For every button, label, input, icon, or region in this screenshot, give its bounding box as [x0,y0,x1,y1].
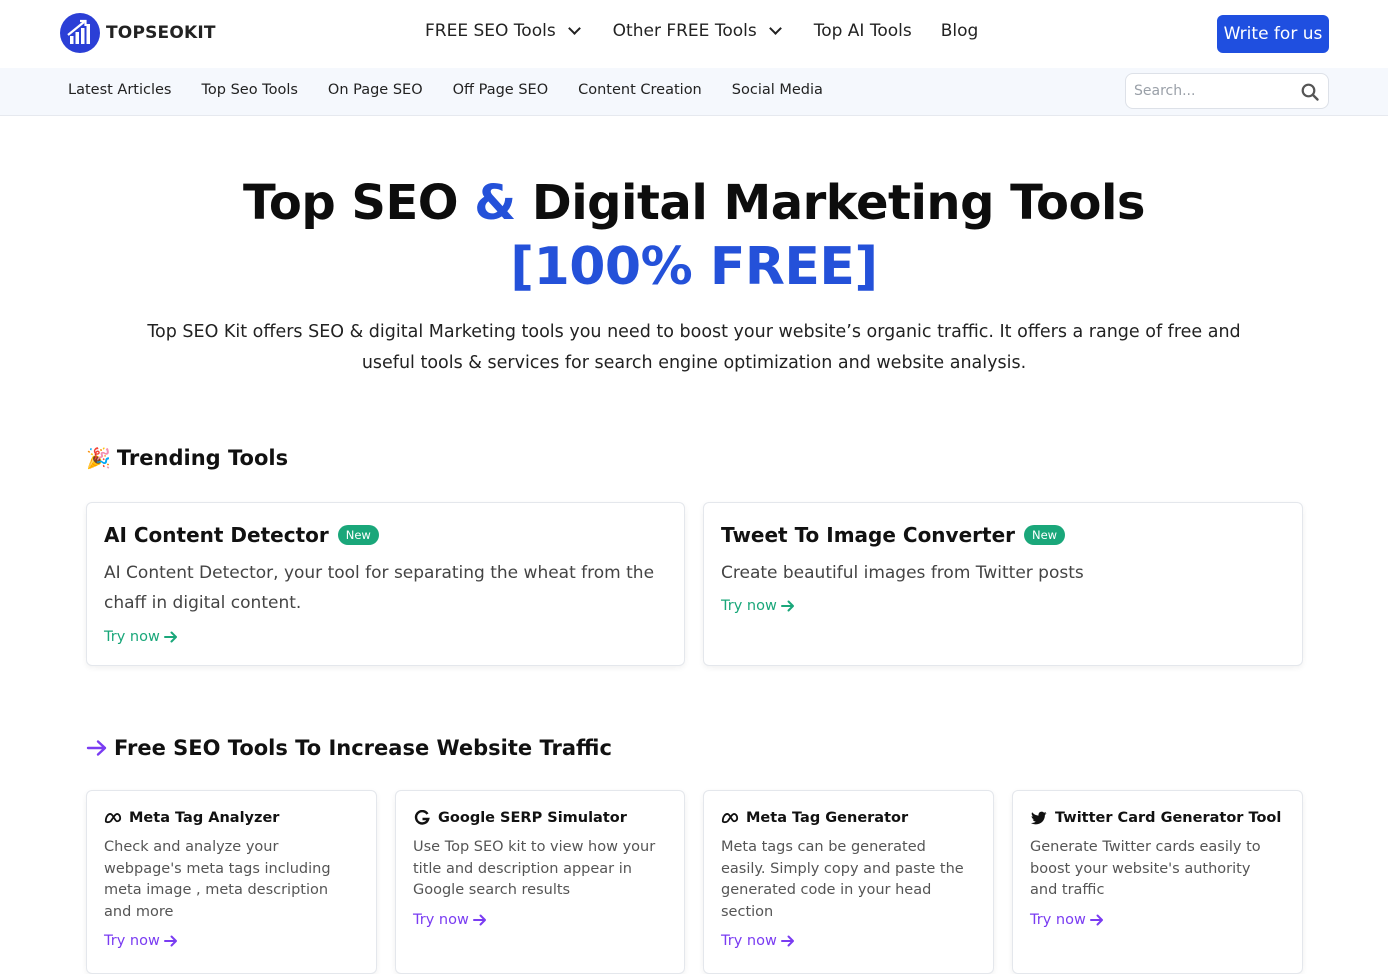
category-off-page-seo[interactable]: Off Page SEO [453,82,549,98]
nav-top-ai-tools[interactable]: Top AI Tools [814,21,912,41]
card-title: Meta Tag Generator [721,809,908,827]
hero-title-part1: Top SEO [243,175,475,231]
new-badge: New [1024,525,1066,545]
card-title-text: AI Content Detector [104,523,329,547]
card-title: Meta Tag Analyzer [104,809,279,827]
hero-title-part2: Digital Marketing Tools [515,175,1146,231]
trending-heading: 🎉 Trending Tools [86,446,288,470]
try-now-link[interactable]: Try now [721,933,795,949]
category-on-page-seo[interactable]: On Page SEO [328,82,423,98]
nav-label: Other FREE Tools [612,21,757,41]
try-now-link[interactable]: Try now [721,598,795,614]
card-description: Meta tags can be generated easily. Simpl… [721,839,964,920]
card-title: AI Content Detector New [104,523,379,547]
arrow-right-icon [1089,914,1103,926]
card-title-text: Google SERP Simulator [438,810,627,826]
card-description: Create beautiful images from Twitter pos… [721,563,1084,583]
try-now-link[interactable]: Try now [413,912,487,928]
card-description: Check and analyze your webpage's meta ta… [104,839,331,920]
seo-tools-heading: Free SEO Tools To Increase Website Traff… [86,736,612,760]
hero-title-free: [100% FREE] [510,237,878,297]
category-social-media[interactable]: Social Media [732,82,823,98]
nav-label: FREE SEO Tools [425,21,556,41]
try-now-link[interactable]: Try now [104,933,178,949]
tool-card-meta-tag-generator[interactable]: Meta Tag Generator Meta tags can be gene… [703,790,994,974]
tool-card-twitter-card-generator[interactable]: Twitter Card Generator Tool Generate Twi… [1012,790,1303,974]
try-now-label: Try now [1030,912,1086,928]
try-now-label: Try now [721,598,777,614]
site-logo[interactable]: TOPSEOKIT [60,13,216,53]
arrow-right-icon [780,935,794,947]
try-now-label: Try now [104,629,160,645]
tool-card-meta-tag-analyzer[interactable]: Meta Tag Analyzer Check and analyze your… [86,790,377,974]
arrow-right-icon [780,600,794,612]
card-description: AI Content Detector, your tool for separ… [104,563,655,613]
search-input[interactable] [1126,74,1286,108]
arrow-right-icon [163,631,177,643]
arrow-right-icon [163,935,177,947]
card-description: Generate Twitter cards easily to boost y… [1030,839,1261,898]
nav-label: Blog [940,21,979,41]
category-content-creation[interactable]: Content Creation [578,82,702,98]
trending-card-tweet-to-image[interactable]: Tweet To Image Converter New Create beau… [703,502,1303,666]
meta-logo-icon [721,809,739,827]
hero-title-amp: & [474,175,516,231]
main-nav: FREE SEO Tools Other FREE Tools Top AI T… [425,21,978,41]
card-title: Tweet To Image Converter New [721,523,1066,547]
card-title: Twitter Card Generator Tool [1030,809,1281,827]
try-now-label: Try now [413,912,469,928]
card-title-text: Tweet To Image Converter [721,523,1015,547]
nav-label: Top AI Tools [813,21,912,41]
category-nav: Latest Articles Top Seo Tools On Page SE… [68,82,853,98]
chevron-down-icon [567,22,581,35]
card-title: Google SERP Simulator [413,809,627,827]
try-now-label: Try now [104,933,160,949]
hero-description: Top SEO Kit offers SEO & digital Marketi… [147,322,1241,373]
new-badge: New [337,525,379,545]
search-icon[interactable] [1300,82,1320,102]
bar-chart-circle-icon [60,13,100,53]
google-logo-icon [413,809,431,827]
card-description: Use Top SEO kit to view how your title a… [413,839,656,898]
write-for-us-button[interactable]: Write for us [1217,15,1329,53]
seo-tools-heading-text: Free SEO Tools To Increase Website Traff… [114,736,612,760]
category-bar: Latest Articles Top Seo Tools On Page SE… [0,68,1388,116]
nav-blog[interactable]: Blog [941,21,979,41]
card-title-text: Twitter Card Generator Tool [1055,810,1282,826]
category-top-seo-tools[interactable]: Top Seo Tools [202,82,298,98]
top-header: TOPSEOKIT FREE SEO Tools Other FREE Tool… [0,0,1388,68]
card-title-text: Meta Tag Analyzer [129,810,280,826]
twitter-bird-icon [1030,809,1048,827]
trending-card-ai-content-detector[interactable]: AI Content Detector New AI Content Detec… [86,502,685,666]
brand-name: TOPSEOKIT [106,23,216,43]
arrow-right-icon [472,914,486,926]
hero-title: Top SEO & Digital Marketing Tools [100% … [0,172,1388,300]
tool-card-google-serp-simulator[interactable]: Google SERP Simulator Use Top SEO kit to… [395,790,685,974]
category-latest-articles[interactable]: Latest Articles [68,82,172,98]
trending-heading-text: Trending Tools [116,446,289,470]
arrow-right-icon [86,740,107,756]
nav-free-seo-tools[interactable]: FREE SEO Tools [425,21,581,41]
card-title-text: Meta Tag Generator [746,810,909,826]
meta-logo-icon [104,809,122,827]
search-box [1125,73,1329,109]
chevron-down-icon [768,22,782,35]
try-now-label: Try now [721,933,777,949]
party-popper-icon: 🎉 [86,446,111,470]
try-now-link[interactable]: Try now [1030,912,1104,928]
try-now-link[interactable]: Try now [104,629,178,645]
nav-other-free-tools[interactable]: Other FREE Tools [612,21,782,41]
